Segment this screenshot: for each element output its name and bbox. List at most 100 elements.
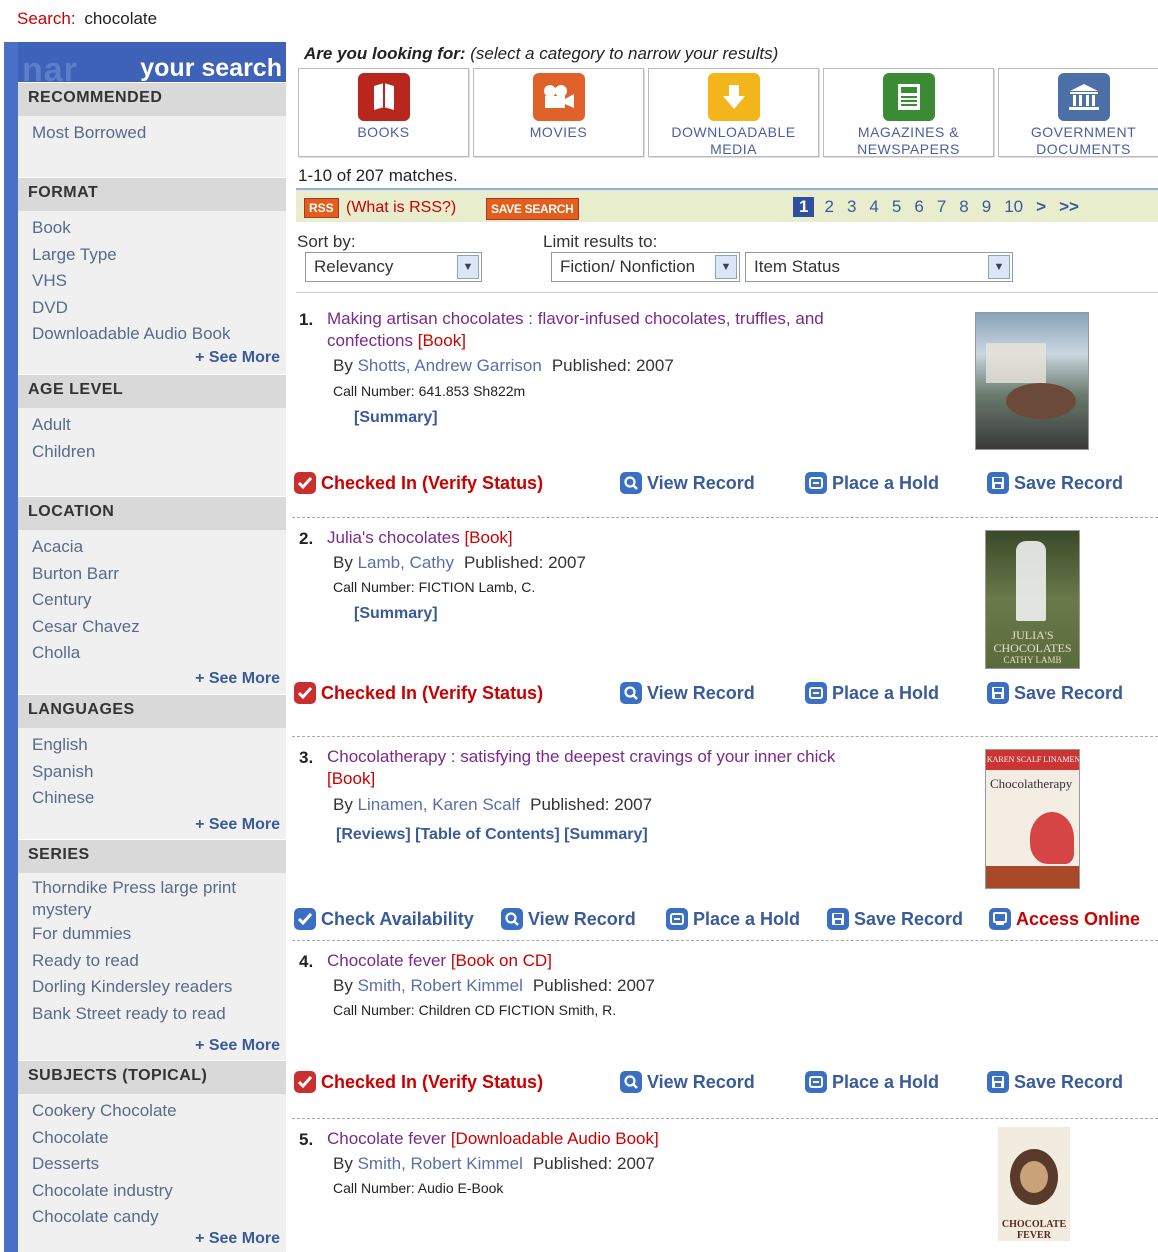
result-title[interactable]: Julia's chocolates [Book] [327,527,887,549]
page-link[interactable]: 5 [892,197,901,217]
facet-item[interactable]: Spanish [32,759,286,786]
page-link[interactable]: 8 [959,197,968,217]
place-hold-button[interactable]: Place a Hold [666,908,800,930]
save-record-button[interactable]: Save Record [987,682,1123,704]
see-more-link[interactable]: + See More [195,1037,280,1055]
facet-item[interactable]: Large Type [32,242,286,269]
facet-item[interactable]: Desserts [32,1151,286,1178]
book-cover-image[interactable] [975,312,1089,450]
facet-item[interactable]: Century [32,587,286,614]
save-record-button[interactable]: Save Record [987,472,1123,494]
result-byline: By Lamb, Cathy Published: 2007 [333,553,586,572]
book-cover-image[interactable]: CHOCOLATE FEVER [998,1127,1070,1241]
view-record-button[interactable]: View Record [620,1071,755,1093]
cover-title: CHOCOLATE FEVER [1001,1219,1067,1241]
page-next[interactable]: > [1036,197,1046,217]
results-toolbar: RSS (What is RSS?) SAVE SEARCH 1 2 3 4 5… [296,188,1158,222]
category-government-documents[interactable]: GOVERNMENT DOCUMENTS [998,68,1158,157]
category-books[interactable]: BOOKS [298,68,469,157]
facet-item[interactable]: Adult [32,412,286,439]
facet-item[interactable]: Chocolate [32,1125,286,1152]
page-link[interactable]: 7 [937,197,946,217]
save-record-button[interactable]: Save Record [987,1071,1123,1093]
view-record-button[interactable]: View Record [620,472,755,494]
facet-item[interactable]: Chinese [32,785,286,812]
facet-item[interactable]: Thorndike Press large print [32,877,286,899]
author-link[interactable]: Smith, Robert Kimmel [358,1154,523,1173]
chevron-down-icon: ▼ [988,255,1010,279]
checked-in-status[interactable]: Checked In (Verify Status) [294,1071,543,1093]
view-record-button[interactable]: View Record [620,682,755,704]
author-link[interactable]: Linamen, Karen Scalf [358,795,521,814]
facet-item[interactable]: For dummies [32,921,286,948]
check-availability-button[interactable]: Check Availability [294,908,474,930]
facet-item[interactable]: Book [32,215,286,242]
book-cover-image[interactable]: KAREN SCALF LINAMEN Chocolatherapy [985,749,1080,889]
sort-select[interactable]: Relevancy ▼ [305,252,482,282]
author-link[interactable]: Smith, Robert Kimmel [358,976,523,995]
page-link[interactable]: 6 [914,197,923,217]
place-hold-button[interactable]: Place a Hold [805,472,939,494]
facet-item[interactable]: Cookery Chocolate [32,1098,286,1125]
access-online-button[interactable]: Access Online [989,908,1140,930]
checked-in-status[interactable]: Checked In (Verify Status) [294,682,543,704]
category-movies[interactable]: MOVIES [473,68,644,157]
result-title[interactable]: Chocolate fever [Book on CD] [327,950,887,972]
category-label: BOOKS [357,124,410,140]
result-title[interactable]: Chocolate fever [Downloadable Audio Book… [327,1128,887,1150]
page-link[interactable]: 3 [847,197,856,217]
facet-item[interactable]: VHS [32,268,286,295]
facet-item[interactable]: Downloadable Audio Book [32,321,286,348]
place-hold-button[interactable]: Place a Hold [805,1071,939,1093]
see-more-link[interactable]: + See More [195,670,280,688]
page-link[interactable]: 10 [1004,197,1023,217]
page-link[interactable]: 2 [824,197,833,217]
result-item: 4. Chocolate fever [Book on CD] By Smith… [292,941,1158,1119]
facet-item[interactable]: Cesar Chavez [32,614,286,641]
rss-button[interactable]: RSS [304,198,339,218]
category-label: MOVIES [529,124,588,140]
facet-age-level: AGE LEVEL Adult Children [18,374,286,496]
facet-item[interactable]: Dorling Kindersley readers [32,974,286,1001]
facet-item[interactable]: Most Borrowed [32,120,286,147]
see-more-link[interactable]: + See More [195,1230,280,1248]
facet-item[interactable]: Chocolate candy [32,1204,286,1231]
summary-link[interactable]: [Summary] [354,605,438,623]
facet-item[interactable]: Bank Street ready to read [32,1001,286,1028]
author-link[interactable]: Lamb, Cathy [358,553,454,572]
place-hold-button[interactable]: Place a Hold [805,682,939,704]
fiction-nonfiction-select[interactable]: Fiction/ Nonfiction ▼ [551,252,740,282]
result-title[interactable]: Making artisan chocolates : flavor-infus… [327,308,887,352]
facet-item[interactable]: Acacia [32,534,286,561]
magnifier-icon [620,1071,642,1093]
save-search-button[interactable]: SAVE SEARCH [486,198,579,220]
page-link[interactable]: 4 [869,197,878,217]
facet-recommended: RECOMMENDED Most Borrowed [18,82,286,177]
facet-item[interactable]: Children [32,439,286,466]
result-title[interactable]: Chocolatherapy : satisfying the deepest … [327,746,887,790]
facet-item[interactable]: DVD [32,295,286,322]
facet-item[interactable]: Burton Barr [32,561,286,588]
facet-item[interactable]: Chocolate industry [32,1178,286,1205]
view-record-button[interactable]: View Record [501,908,636,930]
see-more-link[interactable]: + See More [195,816,280,834]
page-last[interactable]: >> [1059,197,1079,217]
reviews-toc-summary-links[interactable]: [Reviews] [Table of Contents] [Summary] [336,826,648,844]
what-is-rss-link[interactable]: (What is RSS?) [346,199,456,217]
author-link[interactable]: Shotts, Andrew Garrison [358,356,542,375]
item-status-select[interactable]: Item Status ▼ [745,252,1013,282]
facet-item[interactable]: Ready to read [32,948,286,975]
page-link[interactable]: 9 [982,197,991,217]
category-downloadable-media[interactable]: DOWNLOADABLE MEDIA [648,68,819,157]
facet-item[interactable]: English [32,732,286,759]
facet-item[interactable]: Cholla [32,640,286,667]
see-more-link[interactable]: + See More [195,349,280,367]
category-magazines-newspapers[interactable]: MAGAZINES & NEWSPAPERS [823,68,994,157]
book-cover-image[interactable]: JULIA'S CHOCOLATES CATHY LAMB [985,530,1080,669]
facet-item[interactable]: mystery [32,899,286,921]
save-record-button[interactable]: Save Record [827,908,963,930]
sidebar-title: your search [140,54,282,82]
checked-in-status[interactable]: Checked In (Verify Status) [294,472,543,494]
summary-link[interactable]: [Summary] [354,409,438,427]
category-prompt: Are you looking for: (select a category … [304,44,778,64]
